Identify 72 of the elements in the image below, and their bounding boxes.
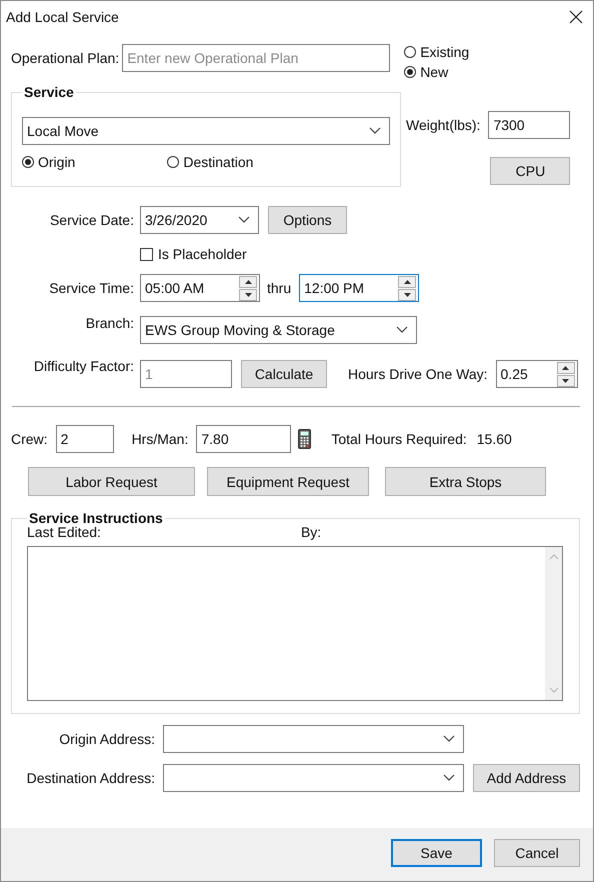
spin-down-button[interactable] — [239, 288, 257, 300]
spin-up-button[interactable] — [556, 362, 575, 374]
up-arrow-icon — [404, 280, 411, 284]
close-icon[interactable] — [569, 10, 583, 24]
dropdown[interactable] — [163, 764, 464, 792]
options-button[interactable]: Options — [268, 206, 347, 234]
down-arrow-icon — [244, 292, 252, 296]
input-field[interactable]: 2 — [56, 425, 114, 453]
input-field[interactable]: 7300 — [488, 111, 570, 139]
checkbox[interactable]: Is Placeholder — [140, 234, 580, 274]
field-label: Total Hours Required: — [331, 431, 467, 447]
field-label: By: — [300, 524, 322, 540]
chevron-icon — [443, 774, 455, 782]
input-field[interactable]: 7.80 — [196, 425, 292, 453]
field-label: Weight(lbs): — [406, 117, 480, 133]
scroll-down-icon — [548, 687, 558, 693]
calculate-button[interactable]: Calculate — [241, 360, 327, 388]
chevron-icon — [238, 216, 250, 224]
radio-button[interactable]: Existing — [404, 42, 470, 62]
separator-label: thru — [267, 280, 292, 296]
scrollbar[interactable] — [545, 547, 562, 700]
field-label: Branch: — [84, 315, 134, 331]
field-label: Hours Drive One Way: — [348, 366, 488, 382]
checkbox-indicator[interactable] — [140, 248, 153, 260]
field-label: Destination Address: — [26, 770, 155, 786]
down-arrow-icon — [404, 292, 411, 296]
up-arrow-icon — [562, 366, 570, 370]
radio-button[interactable]: Origin — [22, 152, 76, 172]
spin-down-button[interactable] — [398, 288, 416, 300]
group-title: Service Instructions — [28, 510, 164, 526]
field-label: Crew: — [11, 431, 48, 447]
dropdown[interactable] — [163, 725, 464, 753]
cancel-button[interactable]: Cancel — [494, 839, 580, 867]
radio-indicator[interactable] — [167, 156, 180, 168]
input-field[interactable]: Enter new Operational Plan — [122, 44, 390, 72]
dropdown[interactable]: Local Move — [22, 117, 390, 145]
spin-up-button[interactable] — [239, 276, 257, 288]
request-button[interactable]: Labor Request — [28, 467, 195, 496]
field-label: Service Date: — [48, 212, 134, 228]
number-field[interactable]: 0.25 — [496, 360, 578, 388]
spin-up-button[interactable] — [398, 276, 416, 288]
radio-button[interactable]: Destination — [167, 152, 254, 172]
add-address-button[interactable]: Add Address — [473, 764, 580, 792]
time-field[interactable]: 05:00 AM — [140, 274, 260, 302]
field-label: Hrs/Man: — [132, 431, 188, 447]
radio-indicator[interactable] — [22, 156, 34, 168]
save-button[interactable]: Save — [391, 839, 482, 867]
calculator-icon[interactable] — [298, 429, 312, 449]
chevron-icon — [443, 735, 455, 743]
field-label: Service Time: — [48, 280, 134, 296]
field-label: Operational Plan: — [11, 50, 120, 66]
radio-indicator[interactable] — [404, 66, 416, 78]
dropdown[interactable]: EWS Group Moving & Storage — [140, 316, 417, 344]
field-label: Origin Address: — [58, 731, 155, 747]
spin-down-button[interactable] — [556, 374, 575, 386]
request-button[interactable]: Equipment Request — [207, 467, 369, 496]
radio-indicator[interactable] — [404, 46, 416, 58]
group-title: Service — [23, 84, 75, 100]
window-title: Add Local Service — [6, 9, 119, 25]
scroll-up-icon — [548, 554, 558, 560]
chevron-icon — [396, 326, 408, 334]
request-button[interactable]: Extra Stops — [385, 467, 546, 496]
date-picker[interactable]: 3/26/2020 — [140, 206, 259, 234]
field-label: Last Edited: — [27, 524, 101, 540]
time-field[interactable]: 12:00 PM — [299, 274, 420, 302]
chevron-icon — [369, 127, 381, 135]
up-arrow-icon — [244, 280, 252, 284]
radio-button[interactable]: New — [404, 62, 470, 82]
total-value: 15.60 — [476, 431, 512, 447]
field-label: Difficulty Factor: — [32, 358, 134, 374]
down-arrow-icon — [562, 378, 570, 382]
cpu-button[interactable]: CPU — [490, 157, 570, 185]
